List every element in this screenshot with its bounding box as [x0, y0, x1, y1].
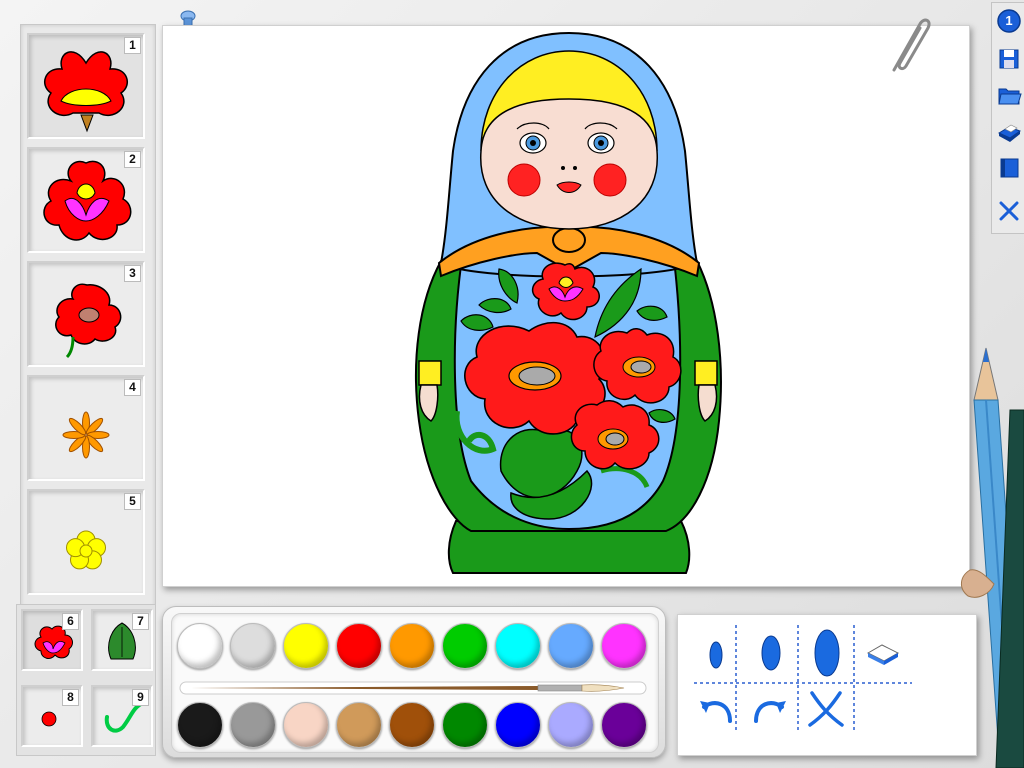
orange-star-flower-icon [62, 411, 110, 459]
right-toolbar: 1 [991, 2, 1024, 234]
stamp-slot-2[interactable]: 2 [27, 147, 145, 253]
color-swatch-cyan[interactable] [495, 623, 541, 669]
stamp-slot-3[interactable]: 3 [27, 261, 145, 367]
stamp-slot-9[interactable]: 9 [91, 685, 153, 747]
color-swatch-red[interactable] [336, 623, 382, 669]
page-badge-number: 1 [1005, 13, 1013, 28]
color-swatch-white[interactable] [177, 623, 223, 669]
red-flower-with-yellow-center-icon [43, 51, 129, 133]
eraser-button[interactable] [864, 639, 902, 669]
brush-panel [677, 614, 977, 756]
medium-brush-button[interactable] [758, 631, 784, 675]
color-swatch-green[interactable] [442, 623, 488, 669]
close-button[interactable] [995, 197, 1023, 225]
color-swatch-tan[interactable] [336, 702, 382, 748]
open-button[interactable] [995, 81, 1023, 109]
large-brush-icon [814, 629, 840, 677]
stamp-slot-4[interactable]: 4 [27, 375, 145, 481]
color-swatch-orange[interactable] [389, 623, 435, 669]
redo-icon [754, 701, 786, 723]
save-icon [999, 49, 1019, 69]
small-stamp-panel: 6 7 8 9 [16, 604, 156, 756]
open-folder-icon [998, 88, 1022, 105]
small-brush-button[interactable] [704, 637, 728, 671]
stamp-panel: 1 2 3 4 5 [20, 24, 156, 609]
color-swatch-lavender[interactable] [548, 702, 594, 748]
color-swatch-light-gray[interactable] [230, 623, 276, 669]
stamp-slot-6[interactable]: 6 [21, 609, 83, 671]
stamp-number: 7 [132, 613, 149, 630]
drawing-canvas[interactable] [162, 25, 970, 587]
color-swatch-magenta[interactable] [601, 623, 647, 669]
eraser-icon [866, 644, 900, 665]
red-poppy-with-stem-icon [55, 283, 122, 359]
paintbrush-icon [179, 681, 647, 695]
stamp-slot-7[interactable]: 7 [91, 609, 153, 671]
matryoshka-doll-drawing [414, 31, 722, 574]
book-icon [1000, 158, 1019, 178]
stamp-slot-5[interactable]: 5 [27, 489, 145, 595]
close-icon [999, 201, 1019, 221]
clear-icon [808, 691, 844, 727]
red-flower-with-magenta-petals-icon [43, 160, 132, 241]
color-swatch-dark-green[interactable] [442, 702, 488, 748]
save-button[interactable] [995, 45, 1023, 73]
small-brush-icon [709, 641, 723, 669]
color-swatch-black[interactable] [177, 702, 223, 748]
medium-brush-icon [761, 635, 781, 671]
color-swatch-brown[interactable] [389, 702, 435, 748]
stamp-slot-1[interactable]: 1 [27, 33, 145, 139]
stamp-number: 9 [132, 689, 149, 706]
color-swatch-purple[interactable] [601, 702, 647, 748]
paperclip-icon [892, 18, 931, 72]
print-icon [997, 124, 1022, 142]
print-button[interactable] [995, 117, 1023, 145]
stamp-number: 6 [62, 613, 79, 630]
palette-inner [171, 613, 659, 753]
color-swatch-yellow[interactable] [283, 623, 329, 669]
undo-icon [700, 701, 732, 723]
large-brush-button[interactable] [812, 627, 842, 679]
color-swatch-gray[interactable] [230, 702, 276, 748]
clear-button[interactable] [806, 689, 846, 729]
page-badge[interactable]: 1 [995, 7, 1023, 35]
book-button[interactable] [995, 153, 1023, 181]
stamp-number: 8 [62, 689, 79, 706]
color-palette [162, 606, 666, 758]
color-swatch-peach[interactable] [283, 702, 329, 748]
undo-button[interactable] [696, 691, 736, 727]
redo-button[interactable] [750, 691, 790, 727]
color-swatch-blue[interactable] [495, 702, 541, 748]
stamp-slot-8[interactable]: 8 [21, 685, 83, 747]
color-swatch-light-blue[interactable] [548, 623, 594, 669]
yellow-flower-icon [66, 530, 106, 570]
